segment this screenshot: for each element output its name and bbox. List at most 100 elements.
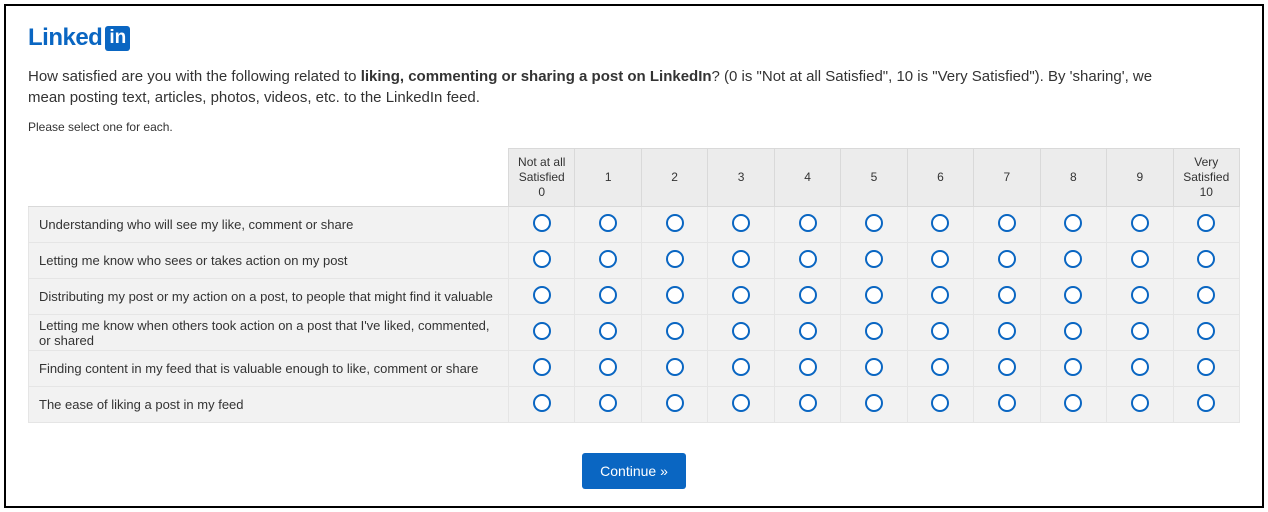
radio-option[interactable] [865,394,883,412]
radio-option[interactable] [1131,394,1149,412]
radio-option[interactable] [799,286,817,304]
radio-option[interactable] [931,358,949,376]
row-label: Distributing my post or my action on a p… [29,279,509,315]
radio-option[interactable] [1131,358,1149,376]
row-label: Understanding who will see my like, comm… [29,207,509,243]
radio-option[interactable] [533,358,551,376]
radio-option[interactable] [1064,214,1082,232]
radio-cell [974,243,1040,279]
radio-option[interactable] [666,394,684,412]
radio-option[interactable] [599,358,617,376]
radio-option[interactable] [732,394,750,412]
radio-cell [1107,387,1173,423]
radio-option[interactable] [998,214,1016,232]
radio-option[interactable] [1064,358,1082,376]
radio-option[interactable] [931,286,949,304]
radio-option[interactable] [865,358,883,376]
radio-option[interactable] [865,286,883,304]
radio-option[interactable] [533,394,551,412]
radio-option[interactable] [599,250,617,268]
radio-option[interactable] [865,322,883,340]
radio-cell [1040,243,1106,279]
radio-option[interactable] [931,394,949,412]
radio-cell [509,387,575,423]
scale-header-9: 9 [1107,149,1173,207]
radio-option[interactable] [599,394,617,412]
instruction-text: Please select one for each. [28,120,1240,134]
radio-cell [974,387,1040,423]
radio-option[interactable] [599,286,617,304]
radio-option[interactable] [533,322,551,340]
radio-option[interactable] [998,322,1016,340]
question-bold: liking, commenting or sharing a post on … [361,68,712,85]
radio-cell [575,207,641,243]
question-pre: How satisfied are you with the following… [28,68,361,85]
radio-option[interactable] [1197,394,1215,412]
radio-option[interactable] [599,214,617,232]
radio-option[interactable] [1197,286,1215,304]
radio-cell [974,279,1040,315]
radio-option[interactable] [732,250,750,268]
radio-option[interactable] [732,214,750,232]
radio-option[interactable] [666,322,684,340]
radio-option[interactable] [998,358,1016,376]
radio-cell [841,207,907,243]
radio-option[interactable] [998,286,1016,304]
radio-option[interactable] [1064,286,1082,304]
radio-option[interactable] [865,214,883,232]
radio-option[interactable] [1197,322,1215,340]
radio-option[interactable] [533,250,551,268]
radio-option[interactable] [931,250,949,268]
radio-cell [1107,279,1173,315]
radio-option[interactable] [1197,214,1215,232]
radio-option[interactable] [732,358,750,376]
radio-option[interactable] [998,394,1016,412]
radio-option[interactable] [1131,322,1149,340]
radio-option[interactable] [1197,358,1215,376]
radio-option[interactable] [1131,250,1149,268]
radio-option[interactable] [1131,286,1149,304]
radio-option[interactable] [998,250,1016,268]
radio-cell [575,279,641,315]
radio-option[interactable] [1064,250,1082,268]
radio-cell [841,279,907,315]
radio-option[interactable] [799,250,817,268]
radio-option[interactable] [732,322,750,340]
radio-option[interactable] [732,286,750,304]
radio-option[interactable] [1064,322,1082,340]
rating-matrix: Not at all Satisfied0 1 2 3 4 5 6 7 8 9 … [28,148,1240,423]
radio-cell [1107,351,1173,387]
scale-header-6: 6 [907,149,973,207]
radio-option[interactable] [1064,394,1082,412]
row-label: Finding content in my feed that is valua… [29,351,509,387]
radio-option[interactable] [666,358,684,376]
continue-button[interactable]: Continue » [582,453,686,489]
radio-cell [907,387,973,423]
table-row: Finding content in my feed that is valua… [29,351,1240,387]
radio-option[interactable] [799,322,817,340]
radio-option[interactable] [599,322,617,340]
radio-cell [774,207,840,243]
radio-option[interactable] [666,286,684,304]
radio-cell [1107,315,1173,351]
radio-cell [1173,279,1239,315]
radio-option[interactable] [666,250,684,268]
radio-option[interactable] [666,214,684,232]
radio-cell [575,351,641,387]
radio-option[interactable] [799,394,817,412]
radio-cell [575,243,641,279]
radio-cell [1040,279,1106,315]
radio-cell [974,207,1040,243]
radio-option[interactable] [931,322,949,340]
radio-option[interactable] [799,358,817,376]
radio-cell [1040,351,1106,387]
radio-option[interactable] [533,214,551,232]
radio-option[interactable] [533,286,551,304]
radio-option[interactable] [865,250,883,268]
radio-cell [1040,315,1106,351]
radio-option[interactable] [931,214,949,232]
radio-option[interactable] [799,214,817,232]
radio-option[interactable] [1197,250,1215,268]
radio-cell [1173,351,1239,387]
radio-option[interactable] [1131,214,1149,232]
